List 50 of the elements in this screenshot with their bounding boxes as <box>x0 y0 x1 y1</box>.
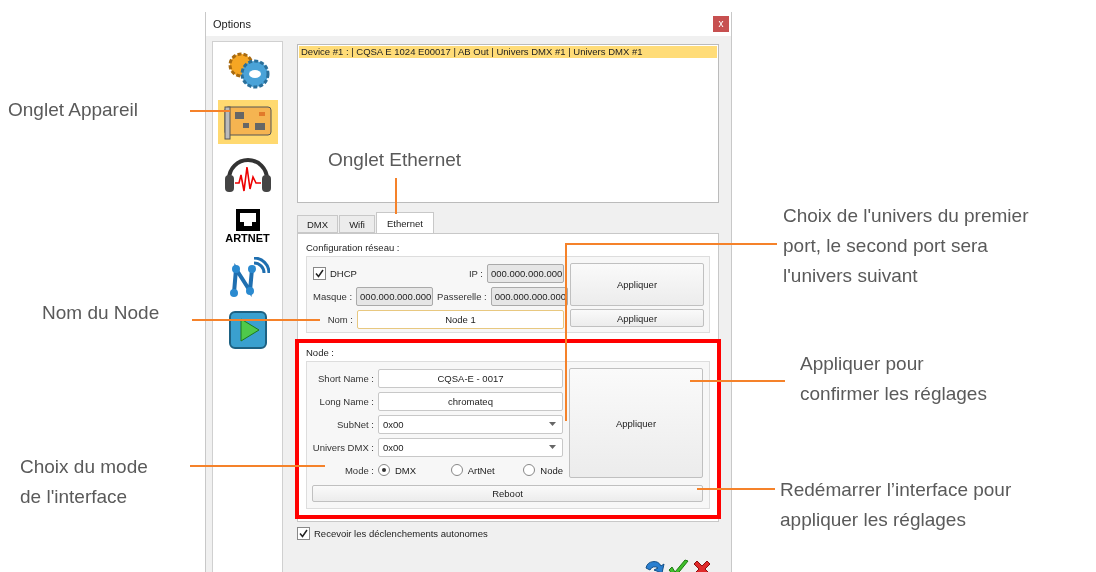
dropdown[interactable]: 0x00 <box>378 437 563 457</box>
play-icon <box>228 311 267 349</box>
apply-button[interactable]: Appliquer <box>570 263 704 306</box>
radio-option[interactable]: Node <box>523 464 563 476</box>
tab[interactable]: Wifi <box>339 215 375 233</box>
field-label: Masque : <box>313 290 353 302</box>
checkbox[interactable] <box>297 527 310 540</box>
input-field[interactable]: Node 1 <box>357 309 564 329</box>
input-field[interactable]: chromateq <box>378 391 563 411</box>
field-label: SubNet : <box>336 418 374 430</box>
leader-line <box>395 178 397 214</box>
autonomous-checkbox[interactable]: Recevoir les déclenchements autonomes <box>297 527 719 540</box>
annotation: Choix du mode de l'interface <box>20 455 148 509</box>
annotation: Choix de l'univers du premier port, le second port sera l'univers suivant <box>783 204 1029 288</box>
annotation: Redémarrer l’interface pour appliquer les réglages <box>780 478 1012 532</box>
field-label: Short Name : <box>317 372 374 384</box>
field-label: Passerelle : <box>437 290 487 302</box>
tab[interactable]: Ethernet <box>375 212 434 233</box>
group-title: Configuration réseau : <box>306 242 400 253</box>
field-label: Univers DMX : <box>312 441 374 453</box>
dropdown[interactable]: 0x00 <box>378 414 563 434</box>
annotation: Onglet Appareil <box>8 98 138 122</box>
caret-icon <box>549 445 556 449</box>
group-title: Node : <box>306 347 334 358</box>
window-title: Options <box>213 18 251 30</box>
radio-option[interactable]: DMX <box>378 464 447 476</box>
caret-icon <box>549 422 556 426</box>
field-label: Long Name : <box>318 395 374 407</box>
device-row[interactable]: Device #1 : | CQSA E 1024 E00017 | AB Out | Univers DMX #1 | Univers DMX #1 <box>299 46 717 58</box>
radio-button[interactable] <box>523 464 536 476</box>
radio-button[interactable] <box>378 464 390 476</box>
field-label: Mode : <box>343 464 374 476</box>
field-label: Nom : <box>326 313 353 325</box>
apply-button[interactable]: Appliquer <box>569 368 703 478</box>
leader-line <box>190 110 230 112</box>
dhcp-checkbox[interactable]: DHCP <box>313 266 357 280</box>
checkbox[interactable] <box>313 266 326 280</box>
input-field[interactable]: CQSA-E - 0017 <box>378 368 563 388</box>
field-label: IP : <box>468 267 483 279</box>
apply-button[interactable]: Appliquer <box>570 309 704 327</box>
radio-button[interactable] <box>450 464 463 476</box>
ethernet-port-icon <box>234 208 261 232</box>
reboot-button[interactable]: Reboot <box>312 485 703 502</box>
annotation: Nom du Node <box>42 301 160 325</box>
sidebar-item[interactable]: ARTNET <box>217 204 278 248</box>
tab[interactable]: DMX <box>297 215 339 233</box>
close-button[interactable]: x <box>713 16 729 32</box>
annotation: Appliquer pour confirmer les réglages <box>800 352 987 406</box>
annotation: Onglet Ethernet <box>328 148 462 172</box>
radio-option[interactable]: ArtNet <box>450 464 520 476</box>
